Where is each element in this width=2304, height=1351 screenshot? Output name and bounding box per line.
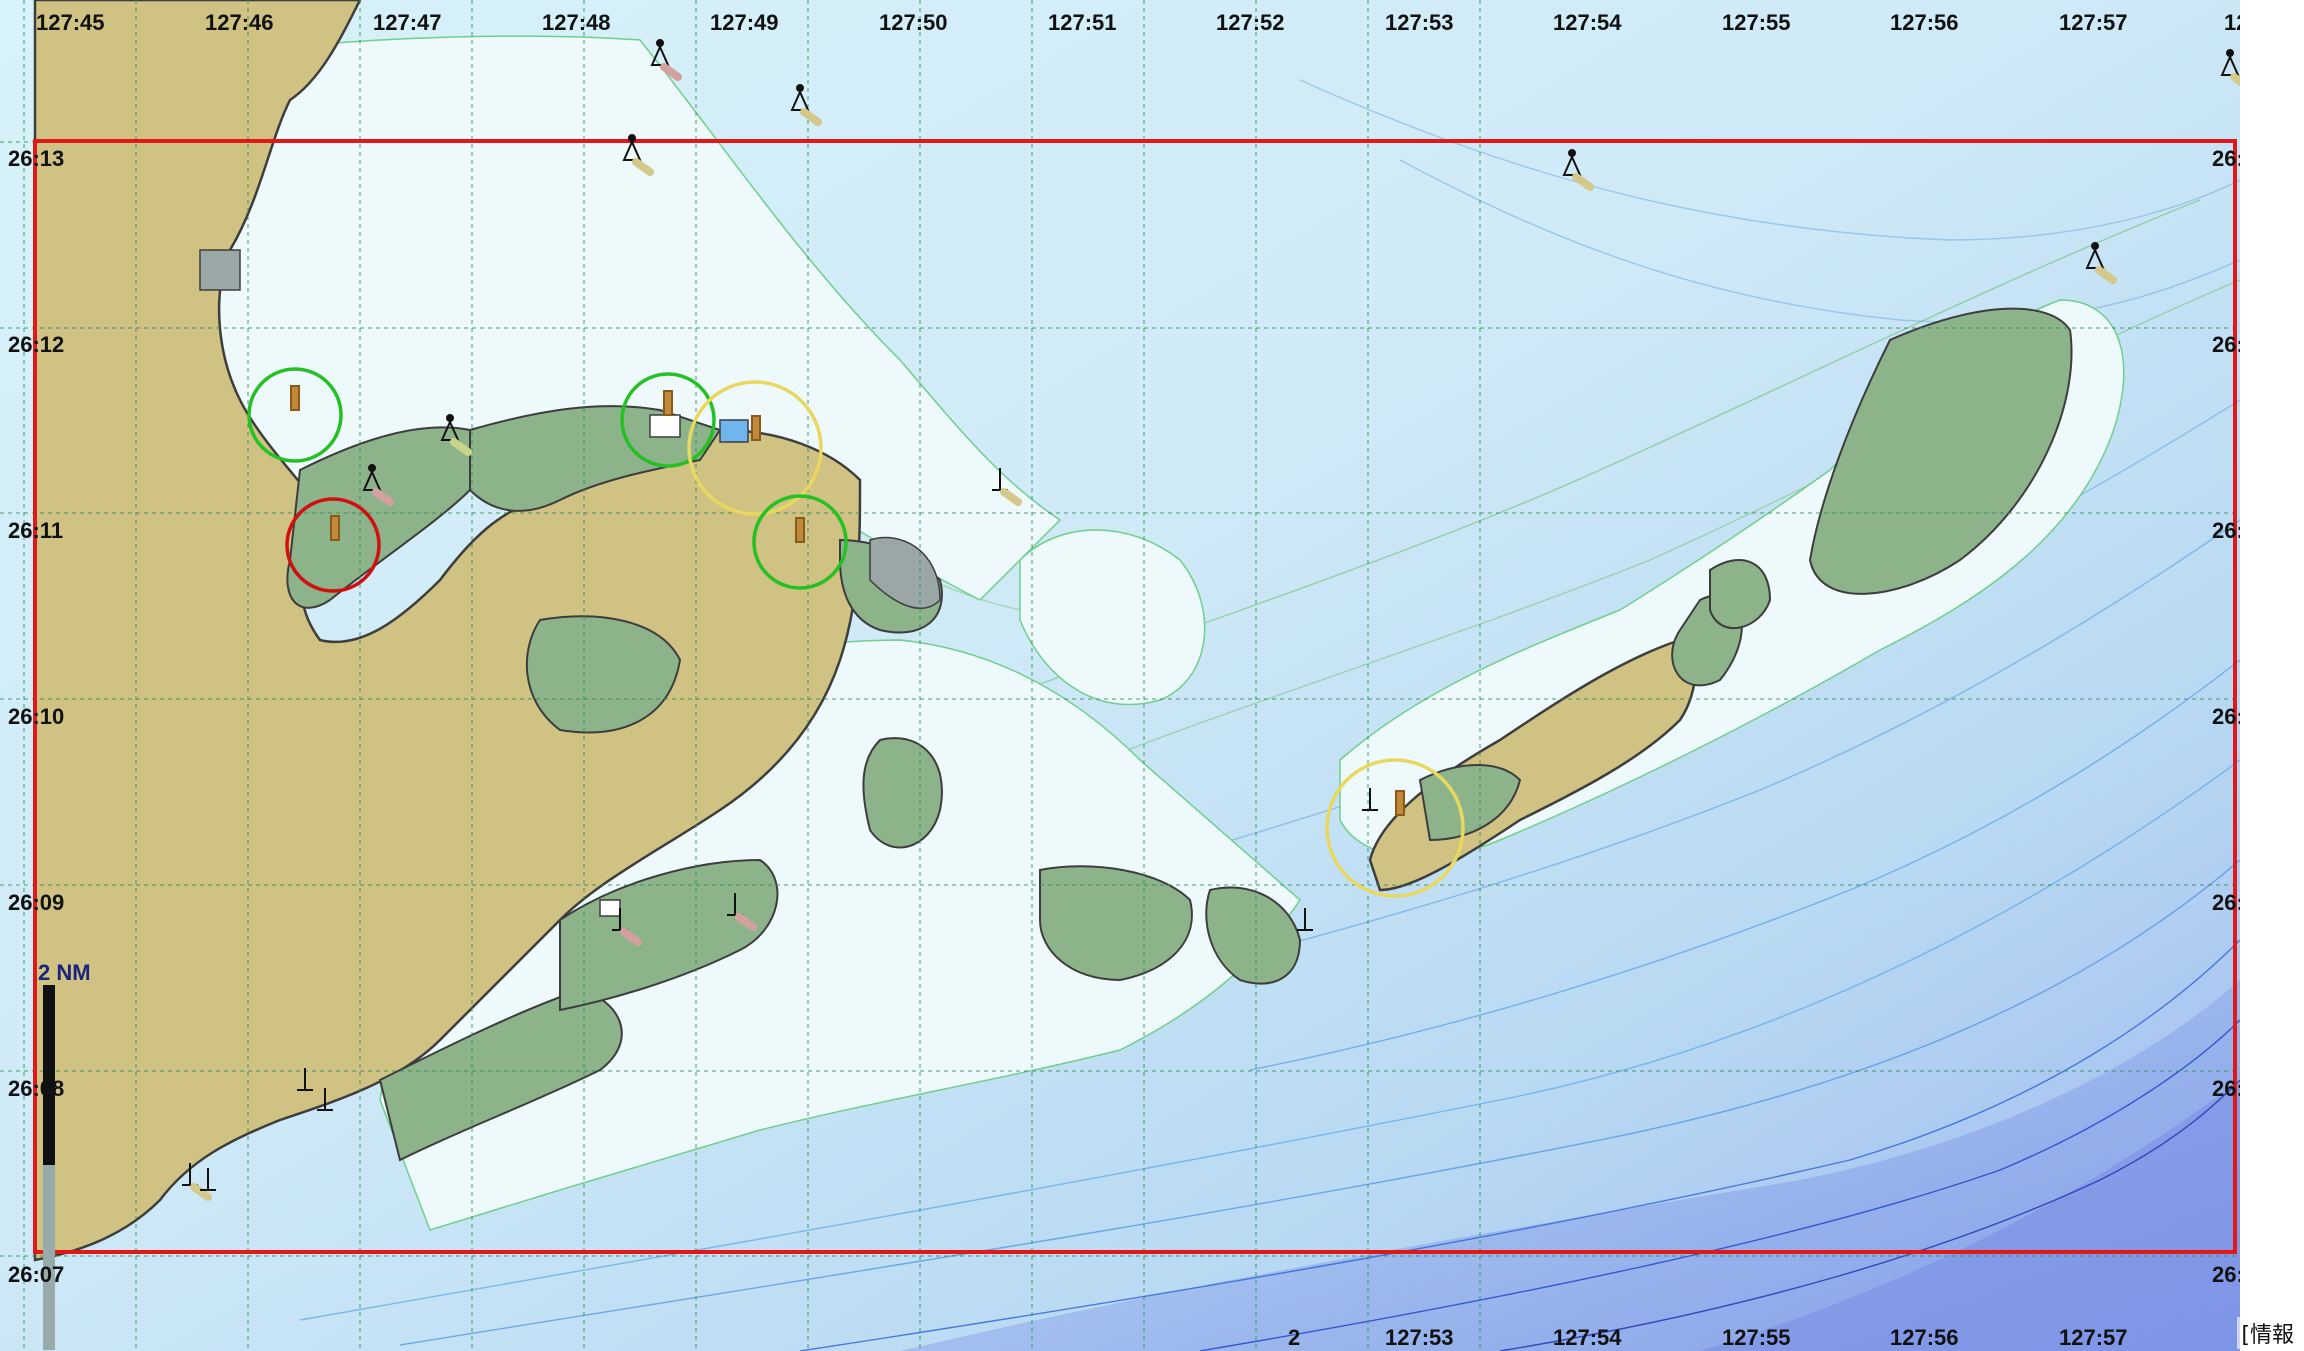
lon-label: 127:54 [1553,10,1622,35]
light-icon [751,415,761,441]
lon-label: 127:54 [1553,1325,1622,1350]
light-icon [330,515,340,541]
lon-label: 127:55 [1722,10,1791,35]
lon-label: 127:55 [1722,1325,1791,1350]
lon-label: 127:56 [1890,1325,1959,1350]
lon-label: 127:57 [2059,10,2128,35]
lat-label: 26:13 [8,146,64,171]
lat-label: 26:10 [8,704,64,729]
lat-label: 26:12 [8,332,64,357]
lon-label: 127:50 [879,10,948,35]
scale-label: 2 NM [38,960,91,985]
lat-label: 26:07 [8,1262,64,1287]
lat-label: 26:09 [8,890,64,915]
light-icon [1395,790,1405,816]
light-icon [795,517,805,543]
scale-bar [43,985,55,1350]
bottom-right-info-text[interactable]: [情報 [2237,1317,2298,1349]
lat-label: 26:11 [8,518,63,543]
right-margin [2240,0,2304,1351]
lon-label: 127:46 [205,10,274,35]
lon-label: 127:56 [1890,10,1959,35]
lon-label: 127:57 [2059,1325,2128,1350]
lon-label: 127:48 [542,10,611,35]
light-icon [663,390,673,416]
lat-label: 26:08 [8,1076,64,1101]
nautical-chart-map[interactable]: 127:45 127:46 127:47 127:48 127:49 127:5… [0,0,2304,1351]
lon-label: 127:51 [1048,10,1117,35]
lon-label: 127:53 [1385,1325,1454,1350]
lon-label: 127:52 [1216,10,1285,35]
lon-label: 127:45 [36,10,105,35]
lon-label: 127:49 [710,10,779,35]
light-icon [290,385,300,411]
bottom-marker: 2 [1288,1325,1300,1350]
lon-label: 127:53 [1385,10,1454,35]
lon-label: 127:47 [373,10,442,35]
